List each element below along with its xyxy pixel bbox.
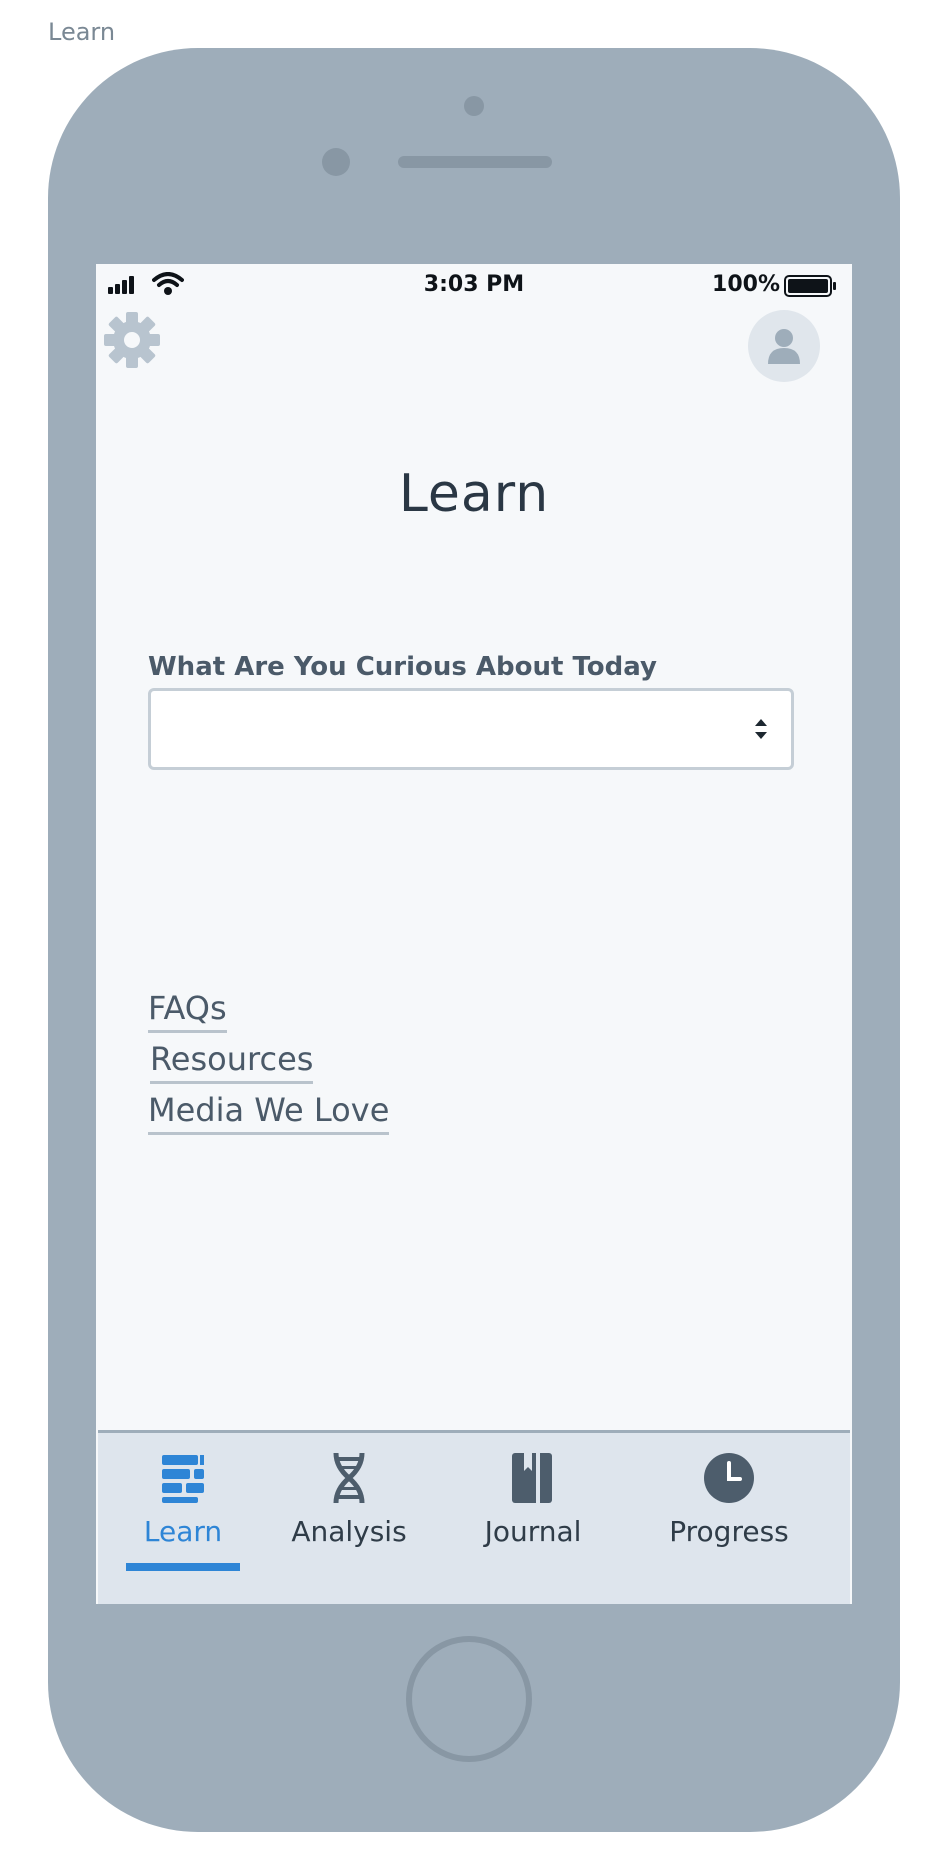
- tab-learn[interactable]: Learn: [128, 1451, 238, 1548]
- active-tab-indicator: [126, 1563, 240, 1571]
- learn-bars-icon: [162, 1455, 204, 1503]
- learn-links: FAQs Resources Media We Love: [148, 986, 390, 1139]
- select-arrows-icon: [755, 719, 767, 739]
- phone-device: 3:03 PM 100% Learn What Are You Curious …: [48, 48, 900, 1832]
- page-title: Learn: [398, 464, 550, 524]
- topic-select[interactable]: [148, 688, 794, 770]
- profile-avatar-button[interactable]: [748, 310, 820, 382]
- tab-progress-label: Progress: [669, 1515, 789, 1548]
- camera: [464, 96, 484, 116]
- resources-link[interactable]: Resources: [150, 1037, 314, 1084]
- topic-select-label: What Are You Curious About Today: [148, 652, 657, 682]
- home-button[interactable]: [406, 1636, 532, 1762]
- media-we-love-link[interactable]: Media We Love: [148, 1088, 390, 1135]
- battery-percentage: 100%: [712, 272, 780, 297]
- clock-icon: [704, 1453, 754, 1503]
- bottom-tab-bar: Learn Analysis Journal Progress: [98, 1430, 850, 1604]
- dna-icon: [333, 1452, 365, 1504]
- journal-book-icon: [512, 1453, 552, 1503]
- app-screen: 3:03 PM 100% Learn What Are You Curious …: [96, 264, 852, 1604]
- faqs-link[interactable]: FAQs: [148, 986, 227, 1033]
- tab-progress[interactable]: Progress: [654, 1451, 804, 1548]
- tab-journal-label: Journal: [484, 1515, 582, 1548]
- tab-analysis[interactable]: Analysis: [284, 1451, 414, 1548]
- status-bar: 3:03 PM 100%: [96, 264, 852, 308]
- front-sensor: [322, 148, 350, 176]
- settings-gear-icon[interactable]: [102, 310, 162, 370]
- battery-icon: [784, 275, 836, 297]
- tab-journal[interactable]: Journal: [468, 1451, 598, 1548]
- user-icon: [768, 329, 800, 364]
- tab-analysis-label: Analysis: [291, 1515, 407, 1548]
- tab-learn-label: Learn: [143, 1515, 223, 1548]
- speaker-grille: [398, 156, 552, 168]
- frame-label: Learn: [48, 18, 116, 46]
